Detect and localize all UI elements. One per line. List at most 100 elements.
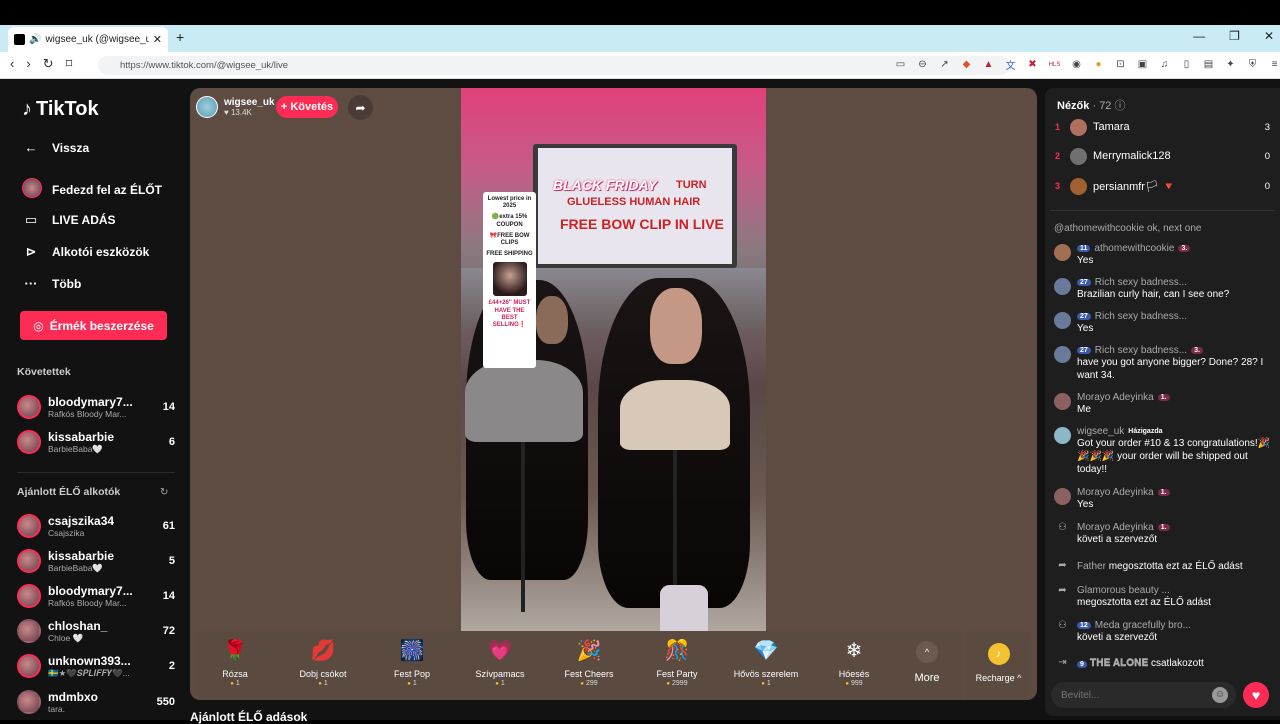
wallet-icon[interactable]: ▤ xyxy=(1202,58,1215,71)
refresh-icon[interactable]: ↻ xyxy=(160,487,168,498)
translate-icon[interactable]: 文 xyxy=(1004,58,1017,72)
recommended-account[interactable]: mdmbxo tara. 550 xyxy=(17,686,175,718)
fan-badge: 1. xyxy=(1157,524,1170,531)
reload-icon[interactable]: ↻ xyxy=(43,56,54,72)
nav-creator-tools[interactable]: ⊳ Alkotói eszközök xyxy=(22,244,150,260)
chat-username[interactable]: Rich sexy badness... xyxy=(1095,345,1187,356)
viewer-count: 5 xyxy=(168,555,175,567)
bookmark-icon[interactable]: ⌑ xyxy=(66,56,73,72)
top-viewer[interactable]: 2 Merrymalick128 0 xyxy=(1055,145,1270,167)
follow-button[interactable]: + Követés xyxy=(276,96,338,118)
following-account[interactable]: kissabarbie BarbieBaba🤍 6 xyxy=(17,426,175,458)
divider xyxy=(17,472,175,473)
share-icon: ➦ xyxy=(1058,560,1067,571)
back-link[interactable]: ← Vissza xyxy=(22,140,90,155)
gift-item[interactable]: 🎆 Fest Pop1 xyxy=(372,637,452,687)
avatar[interactable] xyxy=(1054,427,1071,444)
chat-username[interactable]: athomewithcookie xyxy=(1094,243,1174,254)
menu-icon[interactable]: ≡ xyxy=(1268,58,1280,71)
info-icon[interactable]: ⓘ xyxy=(1115,100,1126,112)
gift-item[interactable]: 🌹 Rózsa1 xyxy=(195,637,275,687)
heart-icon[interactable]: ♥ xyxy=(1243,682,1269,708)
top-viewer[interactable]: 3 persianmfr🏳 🔻 0 xyxy=(1055,175,1270,197)
chat-username[interactable]: Morayo Adeyinka xyxy=(1077,392,1154,403)
account-nickname: Chloe 🤍 xyxy=(48,632,84,643)
browser-tab[interactable]: 🔊 wigsee_uk (@wigsee_uk) ÉLŐ ✕ xyxy=(8,27,168,52)
close-window-icon[interactable]: ✕ xyxy=(1264,29,1274,43)
nav-more[interactable]: ··· Több xyxy=(22,276,82,291)
extension-box-icon[interactable]: ▣ xyxy=(1136,58,1149,71)
minimize-icon[interactable]: — xyxy=(1193,29,1205,43)
url-field[interactable]: https://www.tiktok.com/@wigsee_uk/live xyxy=(98,56,1010,75)
chat-username[interactable]: Morayo Adeyinka xyxy=(1077,487,1154,498)
gift-item[interactable]: 💗 Szívpamacs1 xyxy=(460,637,540,687)
top-viewer[interactable]: 1 Tamara 3 xyxy=(1055,116,1270,138)
get-coins-button[interactable]: ◎ Érmék beszerzése xyxy=(20,311,167,340)
extension-color-icon[interactable]: ● xyxy=(1092,58,1105,71)
avatar[interactable] xyxy=(1054,346,1071,363)
recommended-account[interactable]: bloodymary7... Rafkós Bloody Mar... 14 xyxy=(17,580,175,612)
share-page-icon[interactable]: ↗ xyxy=(938,58,951,71)
chat-username[interactable]: Glamorous beauty ... xyxy=(1077,585,1170,596)
chat-username[interactable]: Rich sexy badness... xyxy=(1095,311,1187,322)
reader-icon[interactable]: ▭ xyxy=(894,58,907,71)
avatar[interactable] xyxy=(1054,312,1071,329)
recharge-button[interactable]: ♪ Recharge ^ xyxy=(967,631,1030,700)
chat-username[interactable]: Meda gracefully bro... xyxy=(1095,620,1191,631)
gift-item[interactable]: 💋 Dobj csókot1 xyxy=(283,637,363,687)
brave-shield-icon[interactable]: ◆ xyxy=(960,58,973,71)
chat-username[interactable]: Father xyxy=(1077,561,1106,572)
host-name: wigsee_uk xyxy=(224,97,275,108)
share-icon[interactable]: ➦ xyxy=(348,95,373,120)
viewer-rank: 2 xyxy=(1055,151,1061,161)
puzzle-icon[interactable]: ✦ xyxy=(1224,58,1237,71)
avatar[interactable] xyxy=(1054,244,1071,261)
recommended-account[interactable]: chloshan_ Chloe 🤍 72 xyxy=(17,615,175,647)
avatar xyxy=(17,514,41,538)
nav-explore-live[interactable]: Fedezd fel az ÉLŐT xyxy=(22,178,162,201)
hls-icon[interactable]: HLS xyxy=(1048,58,1061,71)
music-icon[interactable]: ♫ xyxy=(1158,58,1171,71)
vpn-icon[interactable]: ⛨ xyxy=(1246,58,1259,71)
avatar[interactable] xyxy=(1054,488,1071,505)
host-avatar[interactable] xyxy=(196,96,218,118)
avatar[interactable] xyxy=(1054,278,1071,295)
chat-username[interactable]: Morayo Adeyinka xyxy=(1077,522,1154,533)
sidebar-icon[interactable]: ▯ xyxy=(1180,58,1193,71)
chat-input[interactable] xyxy=(1051,682,1236,708)
more-gifts-button[interactable]: ^ More xyxy=(905,641,949,684)
chat-username[interactable]: @athomewithcookie ok, next one xyxy=(1054,223,1274,234)
forward-icon[interactable]: › xyxy=(26,56,30,72)
gift-item[interactable]: ❄ Hóesés999 xyxy=(814,637,894,687)
extension-tab-icon[interactable]: ⊡ xyxy=(1114,58,1127,71)
back-icon[interactable]: ‹ xyxy=(10,56,14,72)
extension-x-icon[interactable]: ✖ xyxy=(1026,58,1039,71)
avatar xyxy=(17,395,41,419)
extension-icons: ▭ ⊖ ↗ ◆ ▲ 文 ✖ HLS ◉ ● ⊡ ▣ ♫ ▯ ▤ ✦ ⛨ ≡ xyxy=(894,58,1280,72)
restore-icon[interactable]: ❐ xyxy=(1229,29,1240,43)
extension-circle-icon[interactable]: ◉ xyxy=(1070,58,1083,71)
account-name: mdmbxo xyxy=(48,690,99,704)
tiktok-logo[interactable]: ♪ TikTok xyxy=(22,98,99,121)
recommended-account[interactable]: unknown393... 🇸🇪★🖤𝑺𝑷𝑳𝑰𝑭𝑭𝒀🖤... 2 xyxy=(17,650,175,682)
recommended-lives-heading: Ajánlott ÉLŐ adások xyxy=(190,710,308,724)
gift-item[interactable]: 🎊 Fest Party2999 xyxy=(637,637,717,687)
gift-item[interactable]: 🎉 Fest Cheers299 xyxy=(549,637,629,687)
rewards-icon[interactable]: ▲ xyxy=(982,58,995,71)
host-info[interactable]: wigsee_uk ♥ 13.4K xyxy=(196,94,275,120)
following-account[interactable]: bloodymary7... Rafkós Bloody Mar... 14 xyxy=(17,391,175,423)
new-tab-button[interactable]: + xyxy=(176,29,184,45)
emoji-icon[interactable]: ☺ xyxy=(1212,687,1228,703)
account-nickname: tara. xyxy=(48,704,66,714)
nav-live[interactable]: ▭ LIVE ADÁS xyxy=(22,212,116,228)
close-tab-icon[interactable]: ✕ xyxy=(153,33,162,46)
chat-username[interactable]: 𝐓𝐇𝐄 𝐀𝐋𝐎𝐍𝐄 xyxy=(1090,658,1149,669)
zoom-icon[interactable]: ⊖ xyxy=(916,58,929,71)
chat-username[interactable]: Rich sexy badness... xyxy=(1095,277,1187,288)
recommended-account[interactable]: csajszika34 Csajszika 61 xyxy=(17,510,175,542)
gift-item[interactable]: 💎 Hővös szerelem1 xyxy=(726,637,806,687)
chat-username[interactable]: wigsee_uk xyxy=(1077,426,1124,437)
recommended-account[interactable]: kissabarbie BarbieBaba🤍 5 xyxy=(17,545,175,577)
avatar[interactable] xyxy=(1054,393,1071,410)
chat-text: csatlakozott xyxy=(1151,658,1204,669)
